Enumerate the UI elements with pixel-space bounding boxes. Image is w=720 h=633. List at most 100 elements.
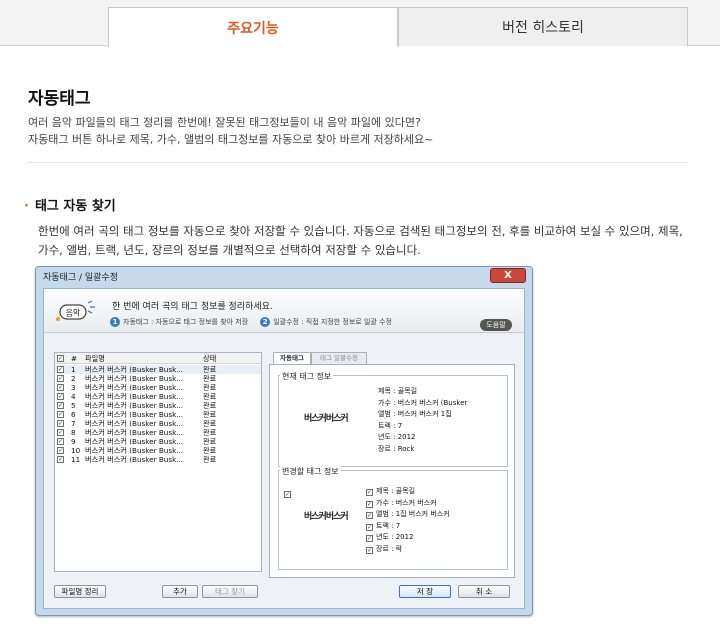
current-tag-title: 현재 태그 정보 (280, 371, 334, 382)
apply-art-checkbox[interactable]: ✓ (284, 491, 291, 498)
find-tags-button[interactable]: 태그 찾기 (202, 585, 258, 598)
col-status: 상태 (203, 354, 217, 363)
row-checkbox[interactable]: ✓ (57, 447, 64, 454)
music-logo-icon: 음악 (54, 299, 98, 325)
row-file: 버스커 버스커 (Busker Busk... (85, 437, 184, 446)
row-checkbox[interactable]: ✓ (57, 393, 64, 400)
row-checkbox[interactable]: ✓ (57, 429, 64, 436)
tab-autotag[interactable]: 자동태그 (273, 352, 311, 364)
step-1-label: 자동태그 : 자동으로 태그 정보를 찾아 저장 (123, 318, 249, 326)
row-file: 버스커 버스커 (Busker Busk... (85, 428, 184, 437)
tab-batch-edit[interactable]: 태그 일괄수정 (311, 352, 367, 364)
tag-panel-body: 현재 태그 정보 버스커버스커 제목 : 골목길 가수 : 버스커 버스커 (Bu… (269, 364, 515, 578)
file-row[interactable]: ✓ 6 버스커 버스커 (Busker Busk... 완료 (55, 410, 261, 419)
row-file: 버스커 버스커 (Busker Busk... (85, 410, 184, 419)
tab-version-history[interactable]: 버전 히스토리 (398, 7, 688, 46)
add-button[interactable]: 추가 (162, 585, 198, 598)
row-checkbox[interactable]: ✓ (57, 384, 64, 391)
row-status: 완료 (203, 419, 217, 428)
file-row[interactable]: ✓ 4 버스커 버스커 (Busker Busk... 완료 (55, 392, 261, 401)
row-num: 8 (71, 428, 76, 437)
select-all-checkbox[interactable]: ✓ (57, 355, 64, 362)
tab-bar: 주요기능 버전 히스토리 (0, 0, 720, 47)
changed-field[interactable]: ✓ 제목 : 골목길 (366, 487, 415, 496)
row-num: 1 (71, 365, 76, 374)
file-row[interactable]: ✓ 10 버스커 버스커 (Busker Busk... 완료 (55, 446, 261, 455)
current-field: 년도 : 2012 (378, 433, 416, 441)
feature-description: 한번에 여러 곡의 태그 정보를 자동으로 찾아 저장할 수 있습니다. 자동으… (38, 222, 688, 260)
row-status: 완료 (203, 455, 217, 464)
current-field: 가수 : 버스커 버스커 (Busker (378, 398, 468, 407)
row-file: 버스커 버스커 (Busker Busk... (85, 446, 184, 455)
bullet-icon: · (24, 199, 29, 214)
row-file: 버스커 버스커 (Busker Busk... (85, 374, 184, 383)
row-num: 10 (71, 446, 81, 455)
step-2-label: 일괄수정 : 직접 지정한 정보로 일괄 수정 (273, 318, 392, 326)
row-status: 완료 (203, 410, 217, 419)
row-num: 5 (71, 401, 76, 410)
file-row[interactable]: ✓ 5 버스커 버스커 (Busker Busk... 완료 (55, 401, 261, 410)
row-num: 6 (71, 410, 76, 419)
rename-files-button[interactable]: 파일명 정리 (54, 585, 106, 598)
field-checkbox[interactable]: ✓ (366, 489, 373, 496)
file-row[interactable]: ✓ 7 버스커 버스커 (Busker Busk... 완료 (55, 419, 261, 428)
file-list-header: ✓ # 파일명 상태 (55, 353, 261, 364)
cancel-button[interactable]: 취 소 (458, 585, 510, 598)
row-checkbox[interactable]: ✓ (57, 411, 64, 418)
field-checkbox[interactable]: ✓ (366, 512, 373, 519)
row-num: 2 (71, 374, 76, 383)
col-num: # (71, 354, 78, 363)
changed-field-text: 트랙 : 7 (376, 521, 401, 530)
changed-field[interactable]: ✓ 앨범 : 1집 버스커 버스커 (366, 510, 450, 519)
row-status: 완료 (203, 446, 217, 455)
current-field: 앨범 : 버스커 버스커 1집 (378, 410, 452, 418)
row-num: 11 (71, 455, 81, 464)
row-num: 3 (71, 383, 76, 392)
row-status: 완료 (203, 365, 217, 374)
changed-tag-title: 변경할 태그 정보 (280, 466, 341, 477)
field-checkbox[interactable]: ✓ (366, 523, 373, 531)
row-checkbox[interactable]: ✓ (57, 375, 64, 382)
file-row[interactable]: ✓ 8 버스커 버스커 (Busker Busk... 완료 (55, 428, 261, 437)
row-checkbox[interactable]: ✓ (57, 420, 64, 427)
tag-panel: 자동태그 태그 일괄수정 현재 태그 정보 버스커버스커 제목 : 골목길 가수 … (269, 352, 515, 578)
file-row[interactable]: ✓ 2 버스커 버스커 (Busker Busk... 완료 (55, 374, 261, 383)
file-row[interactable]: ✓ 9 버스커 버스커 (Busker Busk... 완료 (55, 437, 261, 446)
section-title: 자동태그 (28, 89, 91, 109)
changed-field-text: 앨범 : 1집 버스커 버스커 (376, 510, 450, 518)
row-status: 완료 (203, 392, 217, 401)
window-header: 음악 한 번에 여러 곡의 태그 정보를 정리하세요. 1 자동태그 : 자동으… (44, 289, 524, 333)
row-num: 4 (71, 392, 76, 401)
row-num: 7 (71, 419, 76, 428)
changed-field[interactable]: ✓ 가수 : 버스커 버스커 (366, 499, 437, 508)
col-file: 파일명 (85, 354, 105, 363)
changed-field-text: 장르 : 락 (376, 544, 403, 553)
row-file: 버스커 버스커 (Busker Busk... (85, 365, 184, 374)
row-checkbox[interactable]: ✓ (57, 456, 64, 463)
file-row[interactable]: ✓ 11 버스커 버스커 (Busker Busk... 완료 (55, 455, 261, 464)
field-checkbox[interactable]: ✓ (366, 535, 373, 542)
file-list: ✓ # 파일명 상태 ✓ 1 버스커 버스커 (Busker Busk... 완료 ✓ 2… (54, 352, 262, 572)
row-checkbox[interactable]: ✓ (57, 402, 64, 409)
tab-main-features[interactable]: 주요기능 (108, 7, 398, 47)
file-row[interactable]: ✓ 1 버스커 버스커 (Busker Busk... 완료 (55, 365, 261, 374)
file-row[interactable]: ✓ 3 버스커 버스커 (Busker Busk... 완료 (55, 383, 261, 392)
intro-line-1: 여러 음악 파일들의 태그 정리를 한번에! 잘못된 태그정보들이 내 음악 파… (28, 116, 421, 129)
row-checkbox[interactable]: ✓ (57, 438, 64, 445)
row-checkbox[interactable]: ✓ (57, 366, 64, 373)
field-checkbox[interactable]: ✓ (366, 546, 373, 554)
row-status: 완료 (203, 401, 217, 410)
field-checkbox[interactable]: ✓ (366, 500, 373, 508)
help-button[interactable]: 도움말 (480, 319, 512, 331)
close-button[interactable]: X (490, 268, 526, 283)
changed-field[interactable]: ✓ 장르 : 락 (366, 545, 402, 554)
row-status: 완료 (203, 383, 217, 392)
window-body: 음악 한 번에 여러 곡의 태그 정보를 정리하세요. 1 자동태그 : 자동으… (43, 288, 525, 609)
save-button[interactable]: 저 장 (399, 585, 451, 598)
changed-album-art: 버스커버스커 (304, 512, 349, 522)
desc-line-2: 가수, 앨범, 트랙, 년도, 장르의 정보를 개별적으로 선택하여 저장할 수… (38, 243, 421, 257)
step-2-icon: 2 (260, 317, 271, 327)
changed-field[interactable]: ✓ 년도 : 2012 (366, 533, 414, 542)
svg-text:음악: 음악 (66, 308, 81, 318)
changed-field[interactable]: ✓ 트랙 : 7 (366, 522, 400, 531)
